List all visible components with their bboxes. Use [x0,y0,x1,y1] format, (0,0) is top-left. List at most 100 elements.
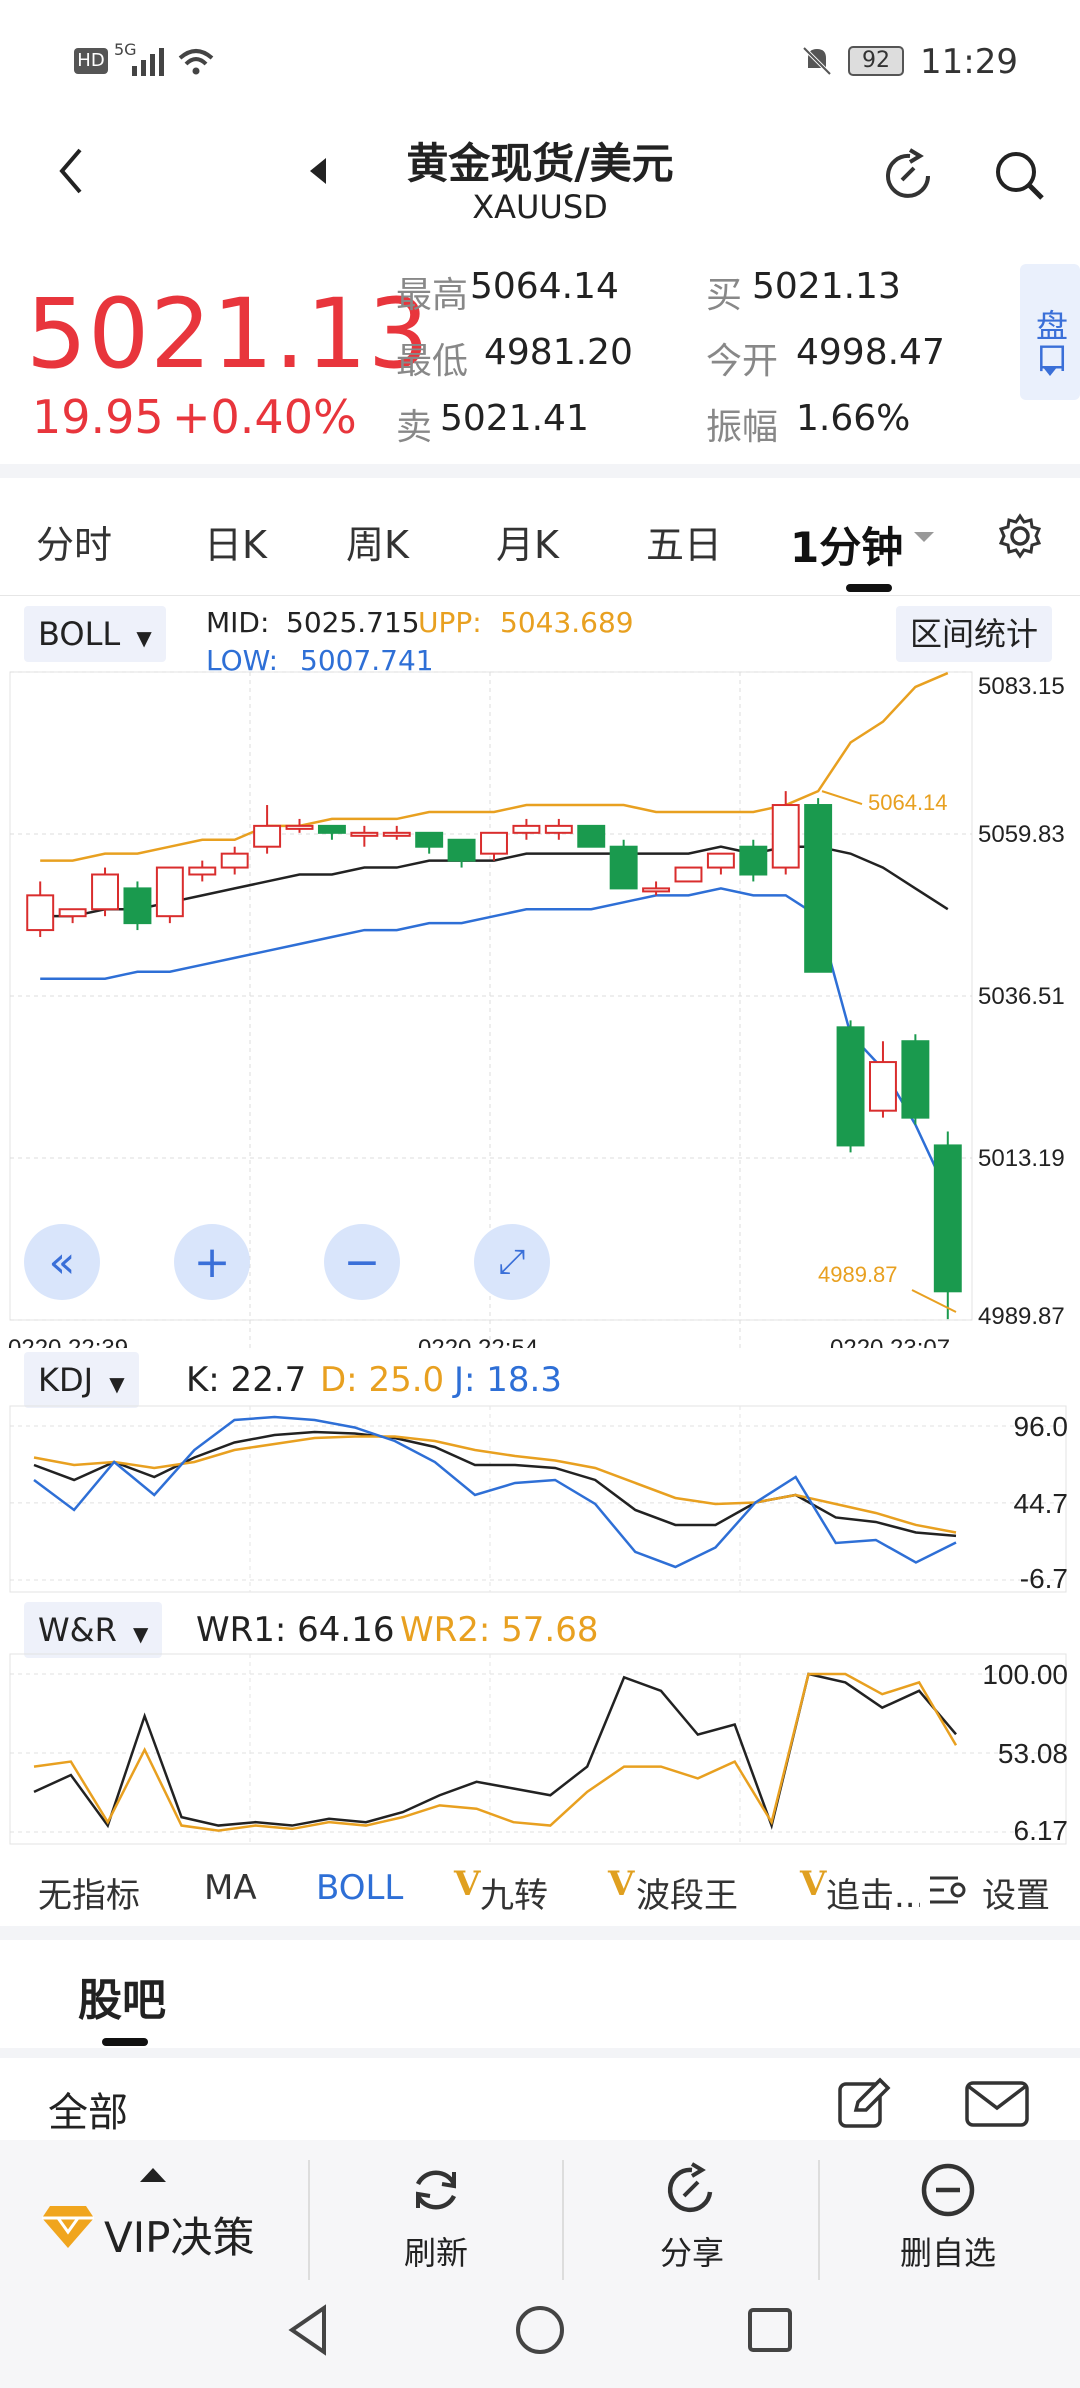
wr-chart[interactable]: 100.00 53.08 6.17 [0,1652,1080,1846]
back-arrow-icon[interactable] [56,146,86,196]
tab-one-minute[interactable]: 1分钟 [790,514,903,575]
candle-body [382,831,411,837]
hd-icon: HD [74,48,108,74]
scroll-left-button[interactable]: « [24,1224,100,1300]
buy-label: 买 [706,275,743,316]
guba-title[interactable]: 股吧 [78,1964,166,2028]
x-tick-label: 0220 22:39 [8,1335,128,1348]
page-subtitle: XAUUSD [472,188,608,226]
series-wr1-line [33,1672,957,1830]
indicator-settings[interactable]: 设置 [982,1868,1050,1917]
series-k-line [33,1430,957,1538]
indicator-ma[interactable]: MA [204,1868,257,1908]
guba-filter-all[interactable]: 全部 [48,2080,128,2138]
vip-v-icon: V [454,1864,481,1904]
settings-gear-icon[interactable] [996,512,1044,560]
mail-icon[interactable] [964,2080,1030,2128]
tab-intraday[interactable]: 分时 [36,514,112,569]
wr2-value: WR2: 57.68 [400,1610,599,1650]
candle-body [480,831,508,855]
candle-body [447,838,476,862]
system-back-icon[interactable] [280,2300,340,2360]
low-label: 最低 [396,341,469,382]
kdj-selector[interactable]: KDJ ▼ [24,1352,139,1408]
system-recents-icon[interactable] [740,2300,800,2360]
fullscreen-button[interactable]: ⤢ [474,1224,550,1300]
status-bar: HD 5G 92 11:29 [0,0,1080,120]
zoom-in-button[interactable]: + [174,1224,250,1300]
candle-body [253,824,282,848]
remove-watchlist-button[interactable]: 删自选 [868,2160,1028,2274]
series-d-line [33,1435,957,1534]
kdj-k-value: K: 22.7 [186,1360,307,1400]
candle-body [901,1040,930,1119]
candle-body [544,824,573,834]
chart-frame [9,1653,1067,1845]
indicator-none[interactable]: 无指标 [38,1868,140,1917]
annotation-line [911,1289,957,1313]
y-tick-label: 6.17 [1014,1815,1069,1846]
refresh-share-icon[interactable] [880,146,940,206]
sell-value: 5021.41 [440,398,589,439]
system-home-icon[interactable] [510,2300,570,2360]
indicator-nine-turn[interactable]: 九转 [480,1868,548,1917]
candle-body [869,1061,897,1112]
order-book-button[interactable]: 盘口 [1020,264,1080,400]
candle-body [350,831,379,837]
tab-five-day[interactable]: 五日 [646,514,722,569]
x-tick-label: 0220 22:54 [418,1335,538,1348]
expand-up-icon[interactable] [138,2166,168,2184]
boll-mid-label: MID: [206,606,270,639]
kdj-chart[interactable]: 96.0 44.7 -6.7 [0,1404,1080,1594]
range-stats-button[interactable]: 区间统计 [896,606,1053,662]
open-label: 今开 [706,341,779,382]
minus-circle-icon [921,2163,975,2217]
tab-daily-k[interactable]: 日K [204,514,267,569]
candle-body [91,873,119,911]
compose-icon[interactable] [836,2076,892,2132]
prev-instrument-icon[interactable] [306,154,330,188]
refresh-button[interactable]: 刷新 [356,2160,516,2274]
share-label: 分享 [659,2234,724,2272]
y-tick-label: 44.7 [1014,1488,1069,1519]
candle-body [188,866,217,876]
open-value: 4998.47 [796,332,945,373]
high-value: 5064.14 [470,266,619,307]
wr-selector[interactable]: W&R ▼ [24,1602,163,1658]
dropdown-caret-icon: ▼ [133,1622,149,1646]
refresh-label: 刷新 [403,2234,468,2272]
vip-v-icon: V [800,1864,827,1904]
amplitude-label: 振幅 [706,407,779,448]
minus-icon: − [343,1236,381,1288]
search-icon[interactable] [990,146,1050,206]
divider [818,2160,820,2280]
candle-body [674,866,703,883]
high-label: 最高 [396,275,469,316]
period-tabs: 分时 日K 周K 月K 五日 1分钟 [0,478,1080,596]
vip-decision-button[interactable]: VIP决策 [104,2204,254,2265]
y-tick-label: 4989.87 [978,1303,1065,1330]
candle-body [739,845,768,876]
candle-body [577,824,606,848]
kdj-j-value: J: 18.3 [454,1360,562,1400]
tab-weekly-k[interactable]: 周K [346,514,409,569]
indicator-boll[interactable]: BOLL [316,1868,403,1908]
guba-section: 股吧 全部 [0,1940,1080,2140]
candle-body [512,824,541,834]
main-indicator-selector[interactable]: BOLL ▼ [24,606,166,662]
indicator-wave-king[interactable]: 波段王 [636,1868,738,1917]
wr-selector-label: W&R [38,1611,117,1649]
share-button[interactable]: 分享 [612,2160,772,2274]
candle-body [933,1144,962,1293]
candle-body [123,887,152,925]
guba-tab-indicator [102,2038,148,2046]
settings-list-icon[interactable] [928,1872,970,1908]
tab-monthly-k[interactable]: 月K [496,514,559,569]
y-tick-label: 5036.51 [978,983,1065,1010]
tab-dropdown-icon[interactable] [912,530,936,544]
zoom-out-button[interactable]: − [324,1224,400,1300]
last-price: 5021.13 [26,278,430,390]
indicator-bar: 无指标 MA BOLL V 九转 V 波段王 V 追击... 设置 [0,1848,1080,1928]
indicator-chase[interactable]: 追击... [826,1868,920,1917]
signal-bars-icon [132,48,164,76]
